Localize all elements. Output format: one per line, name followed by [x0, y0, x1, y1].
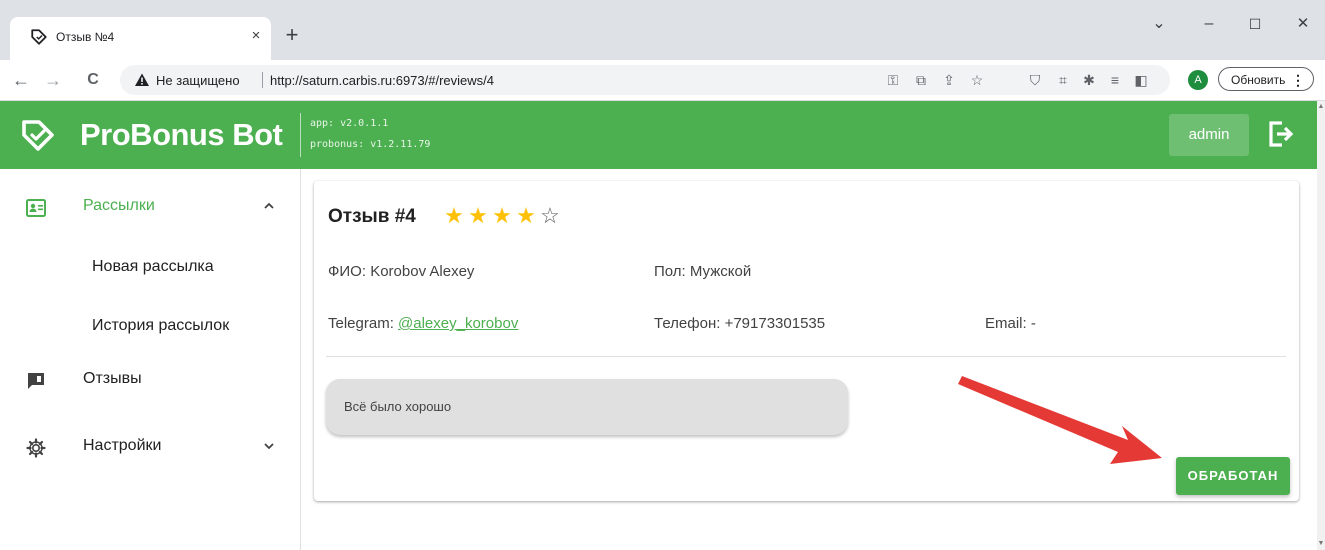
scroll-down-icon[interactable]: ▼	[1317, 540, 1325, 548]
browser-tabstrip: Отзыв №4 × + ⌄ – ☐ ✕	[0, 0, 1325, 60]
omnibox-separator	[262, 72, 263, 88]
security-label[interactable]: Не защищено	[156, 73, 240, 88]
mark-processed-button[interactable]: ОБРАБОТАН	[1176, 457, 1290, 495]
update-label: Обновить	[1231, 73, 1286, 87]
sidebar-item-label: Настройки	[83, 437, 162, 454]
chevron-down-icon[interactable]	[262, 439, 276, 453]
phone-value: +79173301535	[724, 315, 826, 332]
rating-stars: ★ ★ ★ ★ ☆	[442, 203, 562, 229]
url-text[interactable]: http://saturn.carbis.ru:6973/#/reviews/4	[270, 73, 494, 88]
star-filled-icon: ★	[492, 203, 512, 228]
feedback-icon	[28, 373, 44, 389]
tag-icon	[31, 29, 47, 45]
minimize-button[interactable]: –	[1194, 12, 1224, 36]
user-button[interactable]: admin	[1169, 114, 1249, 156]
new-tab-button[interactable]: +	[280, 24, 304, 48]
warning-icon	[135, 73, 149, 86]
email-label: Email:	[985, 315, 1027, 332]
star-filled-icon: ★	[516, 203, 536, 228]
phone-field: Телефон: +79173301535	[654, 315, 825, 332]
app-version: app: v2.0.1.1	[310, 118, 389, 129]
email-value: -	[1030, 315, 1036, 332]
review-message-bubble: Всё было хорошо	[326, 379, 848, 435]
gender-field: Пол: Мужской	[654, 263, 751, 280]
extensions-puzzle-icon[interactable]: ✱	[1080, 71, 1098, 89]
chevron-up-icon[interactable]	[262, 199, 276, 213]
tab-search-icon[interactable]: ⌄	[1144, 12, 1174, 36]
screenshot-icon[interactable]: ⌗	[1054, 71, 1072, 89]
review-message: Всё было хорошо	[344, 399, 452, 414]
side-panel-icon[interactable]: ◧	[1132, 71, 1150, 89]
star-empty-icon: ☆	[540, 203, 560, 228]
phone-label: Телефон:	[654, 315, 721, 332]
gear-icon	[26, 438, 46, 458]
browser-toolbar: ← → C Не защищено http://saturn.carbis.r…	[0, 60, 1325, 101]
annotation-arrow-icon	[958, 376, 1162, 464]
tab-title: Отзыв №4	[56, 30, 115, 44]
key-icon[interactable]: ⚿	[884, 71, 902, 89]
translate-icon[interactable]: ⧉	[912, 71, 930, 89]
star-filled-icon: ★	[444, 203, 464, 228]
sidebar-item-label: Отзывы	[83, 370, 142, 387]
bookmark-star-icon[interactable]: ☆	[968, 71, 986, 89]
logout-icon[interactable]	[1265, 118, 1297, 150]
browser-tab[interactable]: Отзыв №4 ×	[10, 17, 271, 60]
fio-label: ФИО:	[328, 263, 367, 280]
review-title: Отзыв #4	[328, 206, 416, 227]
fio-field: ФИО: Korobov Alexey	[328, 263, 474, 280]
page-scrollbar[interactable]: ▲ ▼	[1317, 101, 1325, 550]
telegram-label: Telegram:	[328, 315, 394, 332]
gender-value: Мужской	[689, 263, 752, 280]
sidebar-item-reviews[interactable]: Отзывы	[0, 360, 300, 400]
sidebar-item-label: Рассылки	[83, 197, 155, 214]
maximize-button[interactable]: ☐	[1240, 12, 1270, 36]
sidebar-subitem-new-mailing[interactable]: Новая рассылка	[0, 248, 300, 288]
email-field: Email: -	[985, 315, 1036, 332]
probonus-version: probonus: v1.2.11.79	[310, 139, 431, 150]
reading-list-icon[interactable]: ≡	[1106, 71, 1124, 89]
tab-close-icon[interactable]: ×	[246, 26, 266, 46]
profile-avatar[interactable]: A	[1188, 70, 1208, 90]
extension-shield-icon[interactable]: ⛉	[1026, 71, 1044, 89]
sidebar-item-mailings[interactable]: Рассылки	[0, 187, 300, 227]
update-button[interactable]: Обновить ⋮	[1218, 67, 1314, 91]
fio-value: Korobov Alexey	[370, 263, 475, 280]
brand-title: ProBonus Bot	[80, 117, 283, 152]
telegram-field: Telegram: @alexey_korobov	[328, 315, 518, 332]
sidebar-subitem-mailing-history[interactable]: История рассылок	[0, 307, 300, 347]
forward-icon[interactable]: →	[40, 67, 66, 93]
app-header: ProBonus Bot app: v2.0.1.1 probonus: v1.…	[0, 101, 1317, 169]
sidebar-subitem-label: История рассылок	[92, 317, 230, 334]
close-window-button[interactable]: ✕	[1288, 12, 1318, 36]
sidebar-item-settings[interactable]: Настройки	[0, 427, 300, 467]
star-filled-icon: ★	[468, 203, 488, 228]
sidebar: Рассылки Новая рассылка История рассылок…	[0, 169, 301, 550]
back-icon[interactable]: ←	[8, 67, 34, 93]
address-bar[interactable]: Не защищено http://saturn.carbis.ru:6973…	[120, 65, 1170, 95]
contact-card-icon	[26, 199, 46, 217]
brand-separator	[300, 113, 301, 157]
share-icon[interactable]: ⇪	[940, 71, 958, 89]
reload-icon[interactable]: C	[80, 67, 106, 93]
sidebar-subitem-label: Новая рассылка	[92, 258, 214, 275]
more-menu-icon[interactable]: ⋮	[1291, 68, 1305, 92]
telegram-link[interactable]: @alexey_korobov	[398, 315, 518, 332]
logo-tag-icon	[22, 120, 54, 151]
gender-label: Пол:	[654, 263, 686, 280]
scroll-up-icon[interactable]: ▲	[1317, 103, 1325, 111]
card-divider	[326, 356, 1286, 357]
